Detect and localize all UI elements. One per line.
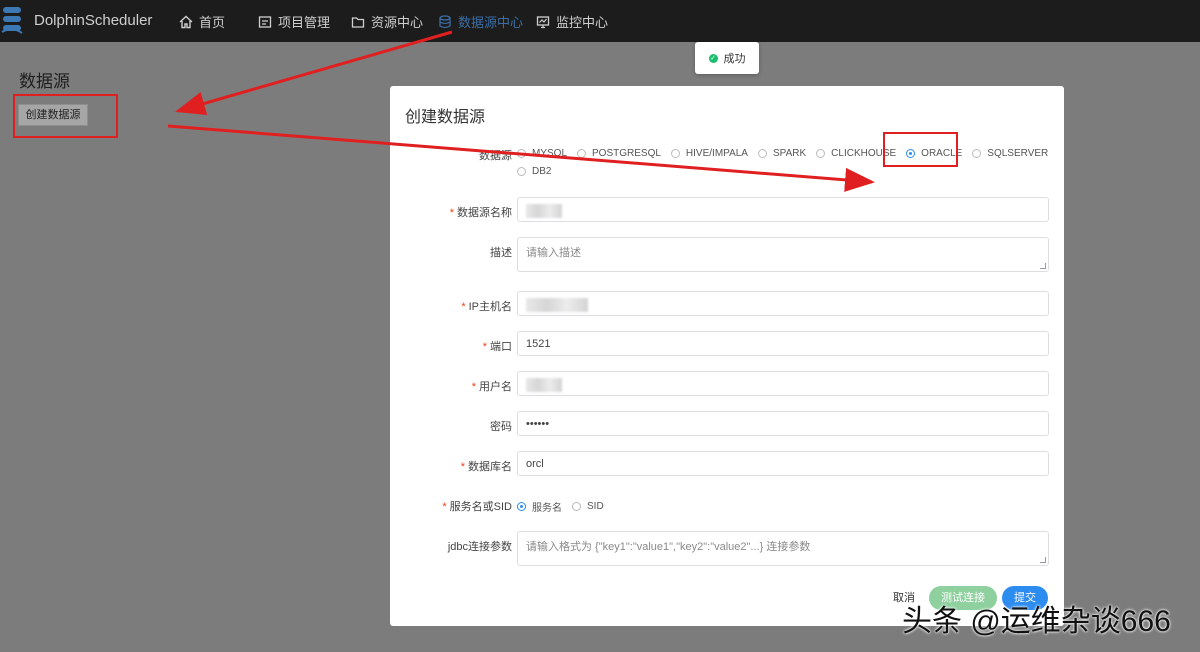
radio-service-name[interactable]: 服务名 <box>517 499 562 514</box>
datasource-type-group: MYSQL POSTGRESQL HIVE/IMPALA SPARK CLICK… <box>517 148 1058 159</box>
radio-label: HIVE/IMPALA <box>685 148 748 159</box>
nav-resources-label: 资源中心 <box>371 15 424 30</box>
database-label: * 数据库名 <box>461 458 512 474</box>
database-label-text: 数据库名 <box>468 461 512 473</box>
password-label: 密码 <box>490 421 512 433</box>
radio-label: DB2 <box>532 166 552 177</box>
nav-datasource-label: 数据源中心 <box>458 15 524 30</box>
nav-datasource[interactable]: 数据源中心 <box>438 12 523 31</box>
datasource-type-label: 数据源 <box>479 150 512 162</box>
host-label-text: IP主机名 <box>468 301 512 313</box>
required-mark: * <box>460 461 465 473</box>
required-mark: * <box>471 381 476 393</box>
datasource-type-group-row2: DB2 <box>517 166 561 177</box>
project-icon <box>258 15 272 28</box>
host-label: * IP主机名 <box>461 298 512 314</box>
password-input[interactable]: •••••• <box>517 411 1049 436</box>
nav-home[interactable]: 首页 <box>179 12 225 31</box>
check-circle-icon: ✓ <box>708 53 718 63</box>
radio-postgresql[interactable]: POSTGRESQL <box>577 148 661 159</box>
username-label: * 用户名 <box>472 378 512 394</box>
radio-circle-icon <box>572 502 581 511</box>
radio-circle-icon <box>816 149 826 158</box>
dolphin-logo-icon <box>1 7 23 34</box>
required-mark: * <box>461 301 466 313</box>
port-input[interactable]: 1521 <box>517 331 1049 356</box>
nav-monitor-label: 监控中心 <box>556 15 609 30</box>
radio-checked-icon <box>517 502 526 511</box>
radio-mysql[interactable]: MYSQL <box>517 148 567 159</box>
success-toast: ✓ 成功 <box>695 42 759 74</box>
description-placeholder: 请输入描述 <box>526 247 581 259</box>
folder-icon <box>351 16 365 28</box>
radio-hive-impala[interactable]: HIVE/IMPALA <box>670 148 748 159</box>
nav-projects-label: 项目管理 <box>278 15 331 30</box>
radio-circle-icon <box>517 149 526 158</box>
database-icon <box>439 14 451 28</box>
monitor-icon <box>536 15 550 28</box>
radio-spark[interactable]: SPARK <box>757 148 807 159</box>
datasource-name-input[interactable] <box>517 197 1049 222</box>
jdbc-params-textarea[interactable]: 请输入格式为 {"key1":"value1","key2":"value2".… <box>517 531 1049 566</box>
radio-circle-icon <box>577 149 587 158</box>
radio-label: 服务名 <box>532 503 562 514</box>
service-label-text: 服务名或SID <box>449 501 512 513</box>
required-mark: * <box>482 341 487 353</box>
home-icon <box>179 15 193 28</box>
radio-sqlserver[interactable]: SQLSERVER <box>972 148 1048 159</box>
radio-label: POSTGRESQL <box>592 148 661 159</box>
radio-circle-icon <box>670 149 680 158</box>
jdbc-label: jdbc连接参数 <box>447 541 512 553</box>
database-input[interactable]: orcl <box>517 451 1049 476</box>
radio-label: SQLSERVER <box>987 148 1049 159</box>
page-title: 数据源 <box>19 72 70 91</box>
port-label-text: 端口 <box>490 341 512 353</box>
required-mark: * <box>442 501 447 513</box>
radio-circle-icon <box>757 149 767 158</box>
description-label: 描述 <box>490 247 512 259</box>
toast-text: 成功 <box>723 53 746 65</box>
radio-label: MYSQL <box>532 148 568 159</box>
radio-label: SID <box>587 501 604 512</box>
annotation-box-oracle <box>883 132 958 167</box>
radio-circle-icon <box>517 167 526 176</box>
username-label-text: 用户名 <box>479 381 512 393</box>
annotation-box-create <box>13 94 118 138</box>
radio-circle-icon <box>972 149 982 158</box>
redacted-value <box>526 298 588 312</box>
app-title[interactable]: DolphinScheduler <box>34 12 152 29</box>
jdbc-placeholder: 请输入格式为 {"key1":"value1","key2":"value2".… <box>526 541 811 553</box>
redacted-value <box>526 378 562 392</box>
top-navbar: DolphinScheduler 首页 项目管理 资源中心 数据源中心 监控中心 <box>0 0 1200 42</box>
port-label: * 端口 <box>483 338 512 354</box>
radio-label: SPARK <box>772 148 807 159</box>
resize-handle-icon[interactable] <box>1040 557 1046 563</box>
description-textarea[interactable]: 请输入描述 <box>517 237 1049 272</box>
service-label: * 服务名或SID <box>442 498 512 514</box>
nav-monitor[interactable]: 监控中心 <box>536 12 608 31</box>
name-label: * 数据源名称 <box>450 204 512 220</box>
resize-handle-icon[interactable] <box>1040 263 1046 269</box>
required-mark: * <box>449 207 454 219</box>
nav-projects[interactable]: 项目管理 <box>258 12 330 31</box>
radio-db2[interactable]: DB2 <box>517 166 551 177</box>
username-input[interactable] <box>517 371 1049 396</box>
redacted-value <box>526 204 562 218</box>
service-type-group: 服务名 SID <box>517 499 614 514</box>
radio-sid[interactable]: SID <box>572 501 604 512</box>
watermark: 头条 @运维杂谈666 <box>902 605 1171 638</box>
modal-title: 创建数据源 <box>405 109 486 126</box>
nav-home-label: 首页 <box>199 15 226 30</box>
create-datasource-modal: 创建数据源 数据源 MYSQL POSTGRESQL HIVE/IMPALA S… <box>390 86 1064 626</box>
name-label-text: 数据源名称 <box>457 207 512 219</box>
host-input[interactable] <box>517 291 1049 316</box>
nav-resources[interactable]: 资源中心 <box>351 12 423 31</box>
